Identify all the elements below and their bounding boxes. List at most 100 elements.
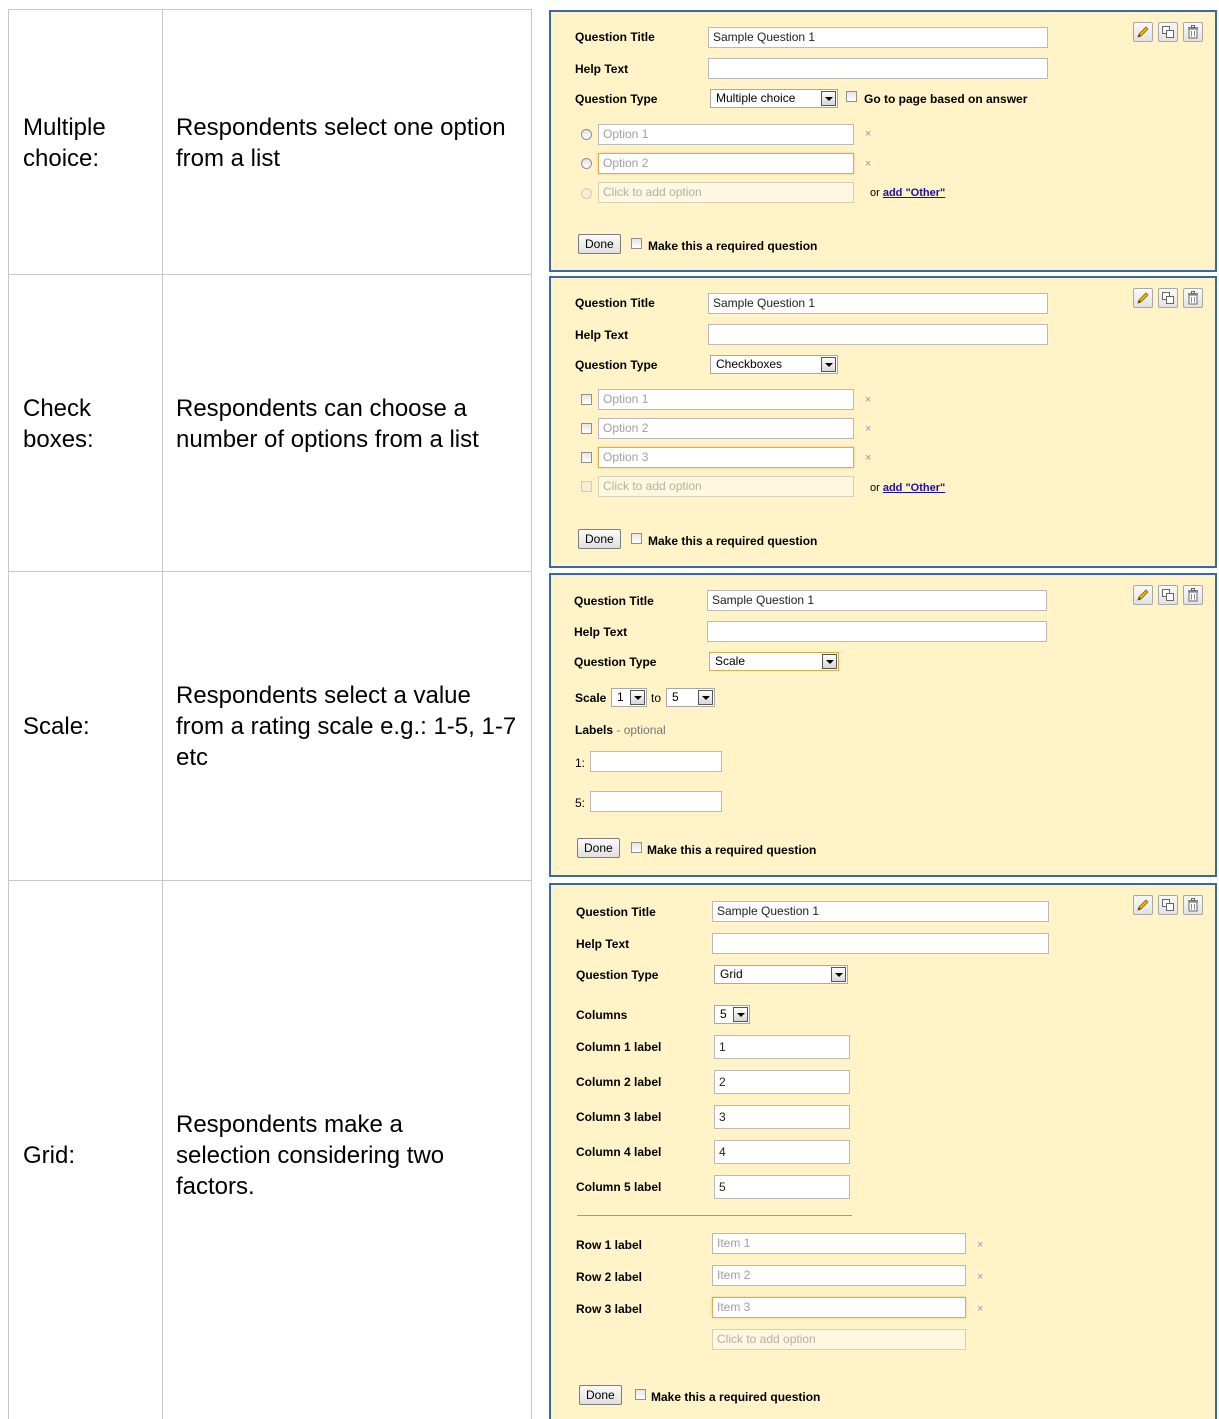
chevron-down-icon <box>831 967 846 982</box>
add-other-option-link[interactable]: add "Other" <box>883 482 945 494</box>
delete-trash-icon[interactable] <box>1183 22 1203 42</box>
section-divider <box>577 1215 852 1216</box>
column-label-input[interactable]: 4 <box>714 1140 850 1164</box>
question-title-input[interactable]: Sample Question 1 <box>712 901 1049 922</box>
go-to-page-checkbox[interactable] <box>846 91 857 102</box>
delete-trash-icon[interactable] <box>1183 895 1203 915</box>
question-type-value: Grid <box>720 967 743 981</box>
option-input[interactable]: Option 1 <box>598 124 854 145</box>
row-label-input[interactable]: Item 2 <box>712 1265 966 1286</box>
columns-value: 5 <box>720 1007 727 1021</box>
or-text: or <box>870 482 880 494</box>
scale-label: Scale <box>575 691 607 705</box>
question-type-select[interactable]: Multiple choice <box>710 89 838 108</box>
row-label-caption: Row 1 label <box>576 1238 643 1252</box>
high-label-input[interactable] <box>590 791 722 812</box>
done-button[interactable]: Done <box>579 1385 622 1405</box>
option-radio <box>581 188 592 199</box>
columns-label: Columns <box>576 1008 628 1022</box>
remove-option-icon[interactable]: × <box>865 394 871 406</box>
question-type-select[interactable]: Scale <box>709 652 839 671</box>
required-label: Make this a required question <box>648 534 818 548</box>
table-border-top <box>8 9 532 10</box>
scale-editor: Question Title Sample Question 1 Help Te… <box>549 573 1217 877</box>
edit-pencil-icon[interactable] <box>1133 585 1153 605</box>
help-text-input[interactable] <box>707 621 1047 642</box>
columns-select[interactable]: 5 <box>714 1005 750 1024</box>
column-label-caption: Column 2 label <box>576 1075 662 1089</box>
question-title-input[interactable]: Sample Question 1 <box>708 293 1048 314</box>
required-checkbox[interactable] <box>631 842 642 853</box>
remove-row-icon[interactable]: × <box>977 1303 983 1315</box>
option-input[interactable]: Option 2 <box>598 153 854 174</box>
option-input[interactable]: Option 2 <box>598 418 854 439</box>
done-button[interactable]: Done <box>578 234 621 254</box>
add-other-option-link[interactable]: add "Other" <box>883 187 945 199</box>
done-button[interactable]: Done <box>578 529 621 549</box>
required-checkbox[interactable] <box>631 238 642 249</box>
help-text-label: Help Text <box>575 62 629 76</box>
column-label-caption: Column 3 label <box>576 1110 662 1124</box>
chevron-down-icon <box>698 690 713 705</box>
option-input[interactable]: Option 3 <box>598 447 854 468</box>
option-radio <box>581 129 592 140</box>
help-text-input[interactable] <box>712 933 1049 954</box>
required-label: Make this a required question <box>651 1390 821 1404</box>
remove-option-icon[interactable]: × <box>865 158 871 170</box>
question-title-label: Question Title <box>575 296 655 310</box>
remove-row-icon[interactable]: × <box>977 1239 983 1251</box>
grid-editor: Question Title Sample Question 1 Help Te… <box>549 883 1217 1419</box>
remove-option-icon[interactable]: × <box>865 423 871 435</box>
or-text: or <box>870 187 880 199</box>
row-label-caption: Row 3 label <box>576 1302 643 1316</box>
table-border-left <box>8 9 9 1419</box>
column-label-input[interactable]: 3 <box>714 1105 850 1129</box>
chevron-down-icon <box>630 690 645 705</box>
add-option-input[interactable]: Click to add option <box>598 182 854 203</box>
add-row-input[interactable]: Click to add option <box>712 1329 966 1350</box>
column-label-input[interactable]: 1 <box>714 1035 850 1059</box>
remove-option-icon[interactable]: × <box>865 128 871 140</box>
edit-pencil-icon[interactable] <box>1133 22 1153 42</box>
duplicate-icon[interactable] <box>1158 895 1178 915</box>
question-title-input[interactable]: Sample Question 1 <box>707 590 1047 611</box>
required-checkbox[interactable] <box>635 1389 646 1400</box>
row-label-caption: Row 2 label <box>576 1270 643 1284</box>
column-label-caption: Column 1 label <box>576 1040 662 1054</box>
add-option-input[interactable]: Click to add option <box>598 476 854 497</box>
duplicate-icon[interactable] <box>1158 22 1178 42</box>
remove-option-icon[interactable]: × <box>865 452 871 464</box>
help-text-input[interactable] <box>708 58 1048 79</box>
duplicate-icon[interactable] <box>1158 585 1178 605</box>
column-label-input[interactable]: 2 <box>714 1070 850 1094</box>
low-label-input[interactable] <box>590 751 722 772</box>
edit-pencil-icon[interactable] <box>1133 895 1153 915</box>
help-text-label: Help Text <box>574 625 628 639</box>
question-type-label: Question Type <box>575 358 658 372</box>
done-button[interactable]: Done <box>577 838 620 858</box>
question-type-label: Question Type <box>576 968 659 982</box>
remove-row-icon[interactable]: × <box>977 1271 983 1283</box>
column-label-input[interactable]: 5 <box>714 1175 850 1199</box>
option-input[interactable]: Option 1 <box>598 389 854 410</box>
delete-trash-icon[interactable] <box>1183 288 1203 308</box>
high-label-prefix: 5: <box>575 796 586 810</box>
question-type-select[interactable]: Checkboxes <box>710 355 838 374</box>
add-other-link: or add "Other" <box>870 482 945 494</box>
table-row-divider <box>8 880 532 881</box>
scale-to-select[interactable]: 5 <box>666 688 715 707</box>
required-checkbox[interactable] <box>631 533 642 544</box>
row-label-input[interactable]: Item 3 <box>712 1297 966 1318</box>
delete-trash-icon[interactable] <box>1183 585 1203 605</box>
question-title-input[interactable]: Sample Question 1 <box>708 27 1048 48</box>
duplicate-icon[interactable] <box>1158 288 1178 308</box>
column-label-caption: Column 5 label <box>576 1180 662 1194</box>
help-text-label: Help Text <box>576 937 630 951</box>
labels-label: Labels <box>575 723 614 737</box>
row-label-input[interactable]: Item 1 <box>712 1233 966 1254</box>
scale-from-select[interactable]: 1 <box>611 688 647 707</box>
question-type-select[interactable]: Grid <box>714 965 848 984</box>
edit-pencil-icon[interactable] <box>1133 288 1153 308</box>
chevron-down-icon <box>821 91 836 106</box>
help-text-input[interactable] <box>708 324 1048 345</box>
